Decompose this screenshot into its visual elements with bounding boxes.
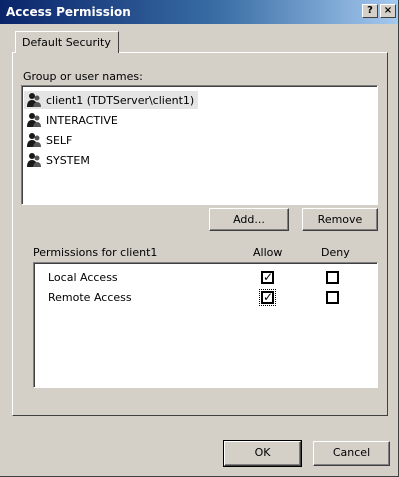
permission-name: Local Access [48,271,118,284]
permission-row-remote-access: Remote Access ✓ [48,289,378,307]
help-button[interactable]: ? [362,4,378,18]
user-label: INTERACTIVE [46,113,118,127]
add-button[interactable]: Add... [209,208,289,231]
deny-header: Deny [321,246,350,259]
allow-checkbox[interactable]: ✓ [261,271,274,284]
user-label: SELF [46,133,73,147]
list-item-interactive[interactable]: INTERACTIVE [26,111,122,129]
check-mark-icon: ✓ [263,290,274,304]
permissions-list: Local Access ✓ Remote Access ✓ [33,262,378,388]
tab-panel: Group or user names: client1 (TDTServer\… [12,52,388,416]
group-or-user-names-label: Group or user names: [23,70,143,83]
cancel-button[interactable]: Cancel [313,441,390,466]
group-user-icon [27,113,41,127]
deny-checkbox[interactable] [326,271,339,284]
allow-header: Allow [253,246,283,259]
allow-checkbox[interactable]: ✓ [259,289,276,306]
user-label: SYSTEM [46,153,90,167]
remove-button[interactable]: Remove [302,208,378,231]
permission-name: Remote Access [48,291,132,304]
group-user-icon [27,153,41,167]
list-item-self[interactable]: SELF [26,131,76,149]
permissions-for-label: Permissions for client1 [33,246,158,259]
user-list[interactable]: client1 (TDTServer\client1) INTERACTIVE … [21,85,378,205]
tab-default-security[interactable]: Default Security [15,31,119,53]
list-item-system[interactable]: SYSTEM [26,151,94,169]
check-mark-icon: ✓ [263,270,274,284]
list-item-client1[interactable]: client1 (TDTServer\client1) [24,91,199,109]
group-user-icon [27,93,41,107]
deny-checkbox[interactable] [326,291,339,304]
permission-row-local-access: Local Access ✓ [48,269,378,287]
ok-button[interactable]: OK [223,440,302,467]
access-permission-dialog: Access Permission ? × Default Security G… [0,0,399,477]
close-button[interactable]: × [380,4,396,18]
user-label: client1 (TDTServer\client1) [46,93,195,107]
window-title: Access Permission [6,5,131,19]
group-user-icon [27,133,41,147]
title-bar: Access Permission ? × [0,0,398,24]
